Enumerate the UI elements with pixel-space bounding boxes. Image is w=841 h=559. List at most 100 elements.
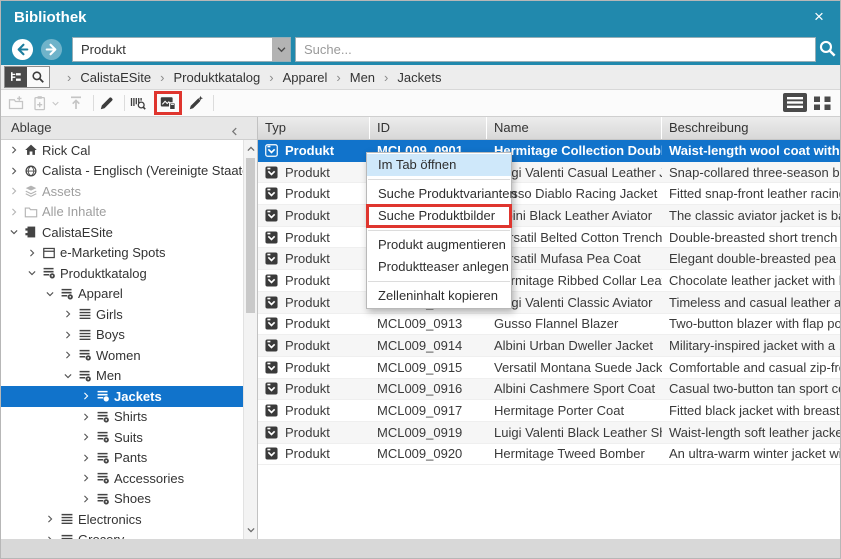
chevron-right-icon[interactable] bbox=[9, 145, 24, 155]
table-row[interactable]: Produkt MCL009_0917 Hermitage Porter Coa… bbox=[258, 400, 840, 422]
sidebar-item-apparel[interactable]: Apparel bbox=[1, 284, 243, 305]
chevron-right-icon[interactable] bbox=[81, 412, 96, 422]
menu-item-zelleninhalt-kopieren[interactable]: Zelleninhalt kopieren bbox=[367, 285, 511, 307]
breadcrumb-item-jackets[interactable]: Jackets bbox=[397, 70, 441, 85]
column-header-beschreibung[interactable]: Beschreibung bbox=[662, 117, 840, 139]
cell-name: Hermitage Collection Double-Br... bbox=[487, 140, 662, 161]
chevron-down-icon[interactable] bbox=[272, 38, 290, 61]
table-row[interactable]: Produkt MCL009_0920 Hermitage Tweed Bomb… bbox=[258, 444, 840, 466]
upload-icon[interactable] bbox=[68, 95, 84, 111]
chevron-right-icon[interactable] bbox=[63, 309, 78, 319]
cell-typ: Produkt bbox=[285, 360, 330, 375]
paste-icon[interactable] bbox=[32, 95, 48, 111]
table-row[interactable]: Produkt MCL009_0919 Luigi Valenti Black … bbox=[258, 422, 840, 444]
search-product-pictures-icon[interactable] bbox=[160, 95, 176, 111]
sidebar-item-electronics[interactable]: Electronics bbox=[1, 509, 243, 530]
close-icon[interactable]: × bbox=[809, 7, 829, 27]
tree-view-toggle[interactable] bbox=[5, 67, 27, 87]
chevron-right-icon[interactable] bbox=[9, 166, 24, 176]
scroll-up-icon[interactable] bbox=[245, 143, 257, 155]
table-row[interactable]: Produkt Hermitage Ribbed Collar Leathe..… bbox=[258, 270, 840, 292]
sidebar-item-alle-inhalte[interactable]: Alle Inhalte bbox=[1, 202, 243, 223]
menu-item-suche-produktvarianten[interactable]: Suche Produktvarianten bbox=[367, 183, 511, 205]
column-header-name[interactable]: Name bbox=[487, 117, 662, 139]
sidebar-item-men[interactable]: Men bbox=[1, 366, 243, 387]
chevron-right-icon[interactable] bbox=[81, 432, 96, 442]
sidebar-item-shoes[interactable]: Shoes bbox=[1, 489, 243, 510]
chevron-down-icon[interactable] bbox=[27, 268, 42, 278]
sidebar-item-calista-englisch-vereinigte-staaten-[interactable]: Calista - Englisch (Vereinigte Staaten) bbox=[1, 161, 243, 182]
chevron-down-icon[interactable] bbox=[9, 227, 24, 237]
scroll-down-icon[interactable] bbox=[245, 524, 257, 536]
sidebar-item-assets[interactable]: Assets bbox=[1, 181, 243, 202]
table-row[interactable]: Produkt MCL009_0916 Albini Cashmere Spor… bbox=[258, 379, 840, 401]
new-folder-icon[interactable] bbox=[8, 95, 24, 111]
chevron-right-icon[interactable] bbox=[9, 186, 24, 196]
column-header-id[interactable]: ID bbox=[370, 117, 487, 139]
menu-item-produkt-augmentieren[interactable]: Produkt augmentieren bbox=[367, 234, 511, 256]
table-row[interactable]: Produkt Luigi Valenti Casual Leather Ja.… bbox=[258, 162, 840, 184]
table-row[interactable]: Produkt Versatil Belted Cotton Trench Do… bbox=[258, 227, 840, 249]
breadcrumb-separator: › bbox=[269, 70, 273, 85]
chevron-right-icon[interactable] bbox=[9, 207, 24, 217]
search-input[interactable] bbox=[295, 37, 816, 62]
menu-item-suche-produktbilder[interactable]: Suche Produktbilder bbox=[367, 205, 511, 227]
chevron-right-icon[interactable] bbox=[63, 330, 78, 340]
table-row[interactable]: Produkt MCL009_0910 Luigi Valenti Classi… bbox=[258, 292, 840, 314]
type-filter-dropdown[interactable]: Produkt bbox=[72, 37, 291, 62]
breadcrumb-item-calistaesite[interactable]: CalistaESite bbox=[80, 70, 151, 85]
list-view-button[interactable] bbox=[783, 93, 807, 112]
sidebar-item-rick-cal[interactable]: Rick Cal bbox=[1, 140, 243, 161]
sidebar-item-shirts[interactable]: Shirts bbox=[1, 407, 243, 428]
scrollbar-thumb[interactable] bbox=[246, 158, 255, 313]
chevron-right-icon[interactable] bbox=[81, 453, 96, 463]
sidebar-item-e-marketing-spots[interactable]: e-Marketing Spots bbox=[1, 243, 243, 264]
sidebar-item-pants[interactable]: Pants bbox=[1, 448, 243, 469]
sidebar-item-grocery[interactable]: Grocery bbox=[1, 530, 243, 540]
sidebar-item-suits[interactable]: Suits bbox=[1, 427, 243, 448]
sidebar-item-boys[interactable]: Boys bbox=[1, 325, 243, 346]
chevron-right-icon[interactable] bbox=[45, 514, 60, 524]
chevron-right-icon[interactable] bbox=[81, 494, 96, 504]
table-row[interactable]: Produkt Gusso Diablo Racing Jacket Fitte… bbox=[258, 183, 840, 205]
table-row[interactable]: Produkt MCL009_0915 Versatil Montana Sue… bbox=[258, 357, 840, 379]
cell-name: Albini Cashmere Sport Coat bbox=[487, 379, 662, 400]
chevron-right-icon[interactable] bbox=[27, 248, 42, 258]
sidebar-item-calistaesite[interactable]: CalistaESite bbox=[1, 222, 243, 243]
column-header-typ[interactable]: Typ bbox=[258, 117, 370, 139]
sidebar-item-women[interactable]: Women bbox=[1, 345, 243, 366]
table-row[interactable]: Produkt Albini Black Leather Aviator The… bbox=[258, 205, 840, 227]
search-icon[interactable] bbox=[818, 39, 839, 60]
sidebar-item-jackets[interactable]: Jackets bbox=[1, 386, 243, 407]
augment-product-icon[interactable] bbox=[188, 95, 204, 111]
breadcrumb-item-apparel[interactable]: Apparel bbox=[283, 70, 328, 85]
menu-item-im-tab-öffnen[interactable]: Im Tab öffnen bbox=[367, 154, 511, 176]
chevron-down-icon[interactable] bbox=[51, 99, 60, 108]
table-row[interactable]: Produkt MCL009_0914 Albini Urban Dweller… bbox=[258, 335, 840, 357]
sidebar-item-girls[interactable]: Girls bbox=[1, 304, 243, 325]
cell-id: MCL009_0920 bbox=[370, 444, 487, 465]
back-button[interactable] bbox=[11, 38, 34, 61]
chevron-down-icon[interactable] bbox=[63, 371, 78, 381]
search-product-variants-icon[interactable] bbox=[130, 95, 146, 111]
tree-scrollbar[interactable] bbox=[243, 140, 257, 539]
table-row[interactable]: Produkt Versatil Mufasa Pea Coat Elegant… bbox=[258, 248, 840, 270]
cell-beschreibung: Military-inspired jacket with a ... bbox=[662, 335, 840, 356]
search-view-toggle[interactable] bbox=[27, 67, 49, 87]
sidebar-item-produktkatalog[interactable]: Produktkatalog bbox=[1, 263, 243, 284]
forward-button[interactable] bbox=[40, 38, 63, 61]
cell-typ: Produkt bbox=[285, 186, 330, 201]
chevron-down-icon[interactable] bbox=[45, 289, 60, 299]
chevron-right-icon[interactable] bbox=[81, 473, 96, 483]
edit-pencil-icon[interactable] bbox=[99, 95, 115, 111]
breadcrumb-item-produktkatalog[interactable]: Produktkatalog bbox=[174, 70, 261, 85]
table-row[interactable]: Produkt MCL009_0913 Gusso Flannel Blazer… bbox=[258, 314, 840, 336]
menu-item-produktteaser-anlegen[interactable]: Produktteaser anlegen bbox=[367, 256, 511, 278]
grid-view-button[interactable] bbox=[813, 95, 832, 111]
chevron-right-icon[interactable] bbox=[81, 391, 96, 401]
sidebar-item-accessories[interactable]: Accessories bbox=[1, 468, 243, 489]
cell-beschreibung: Fitted black jacket with breast ... bbox=[662, 400, 840, 421]
breadcrumb-item-men[interactable]: Men bbox=[350, 70, 375, 85]
table-row[interactable]: Produkt MCL009_0901 Hermitage Collection… bbox=[258, 140, 840, 162]
chevron-right-icon[interactable] bbox=[63, 350, 78, 360]
